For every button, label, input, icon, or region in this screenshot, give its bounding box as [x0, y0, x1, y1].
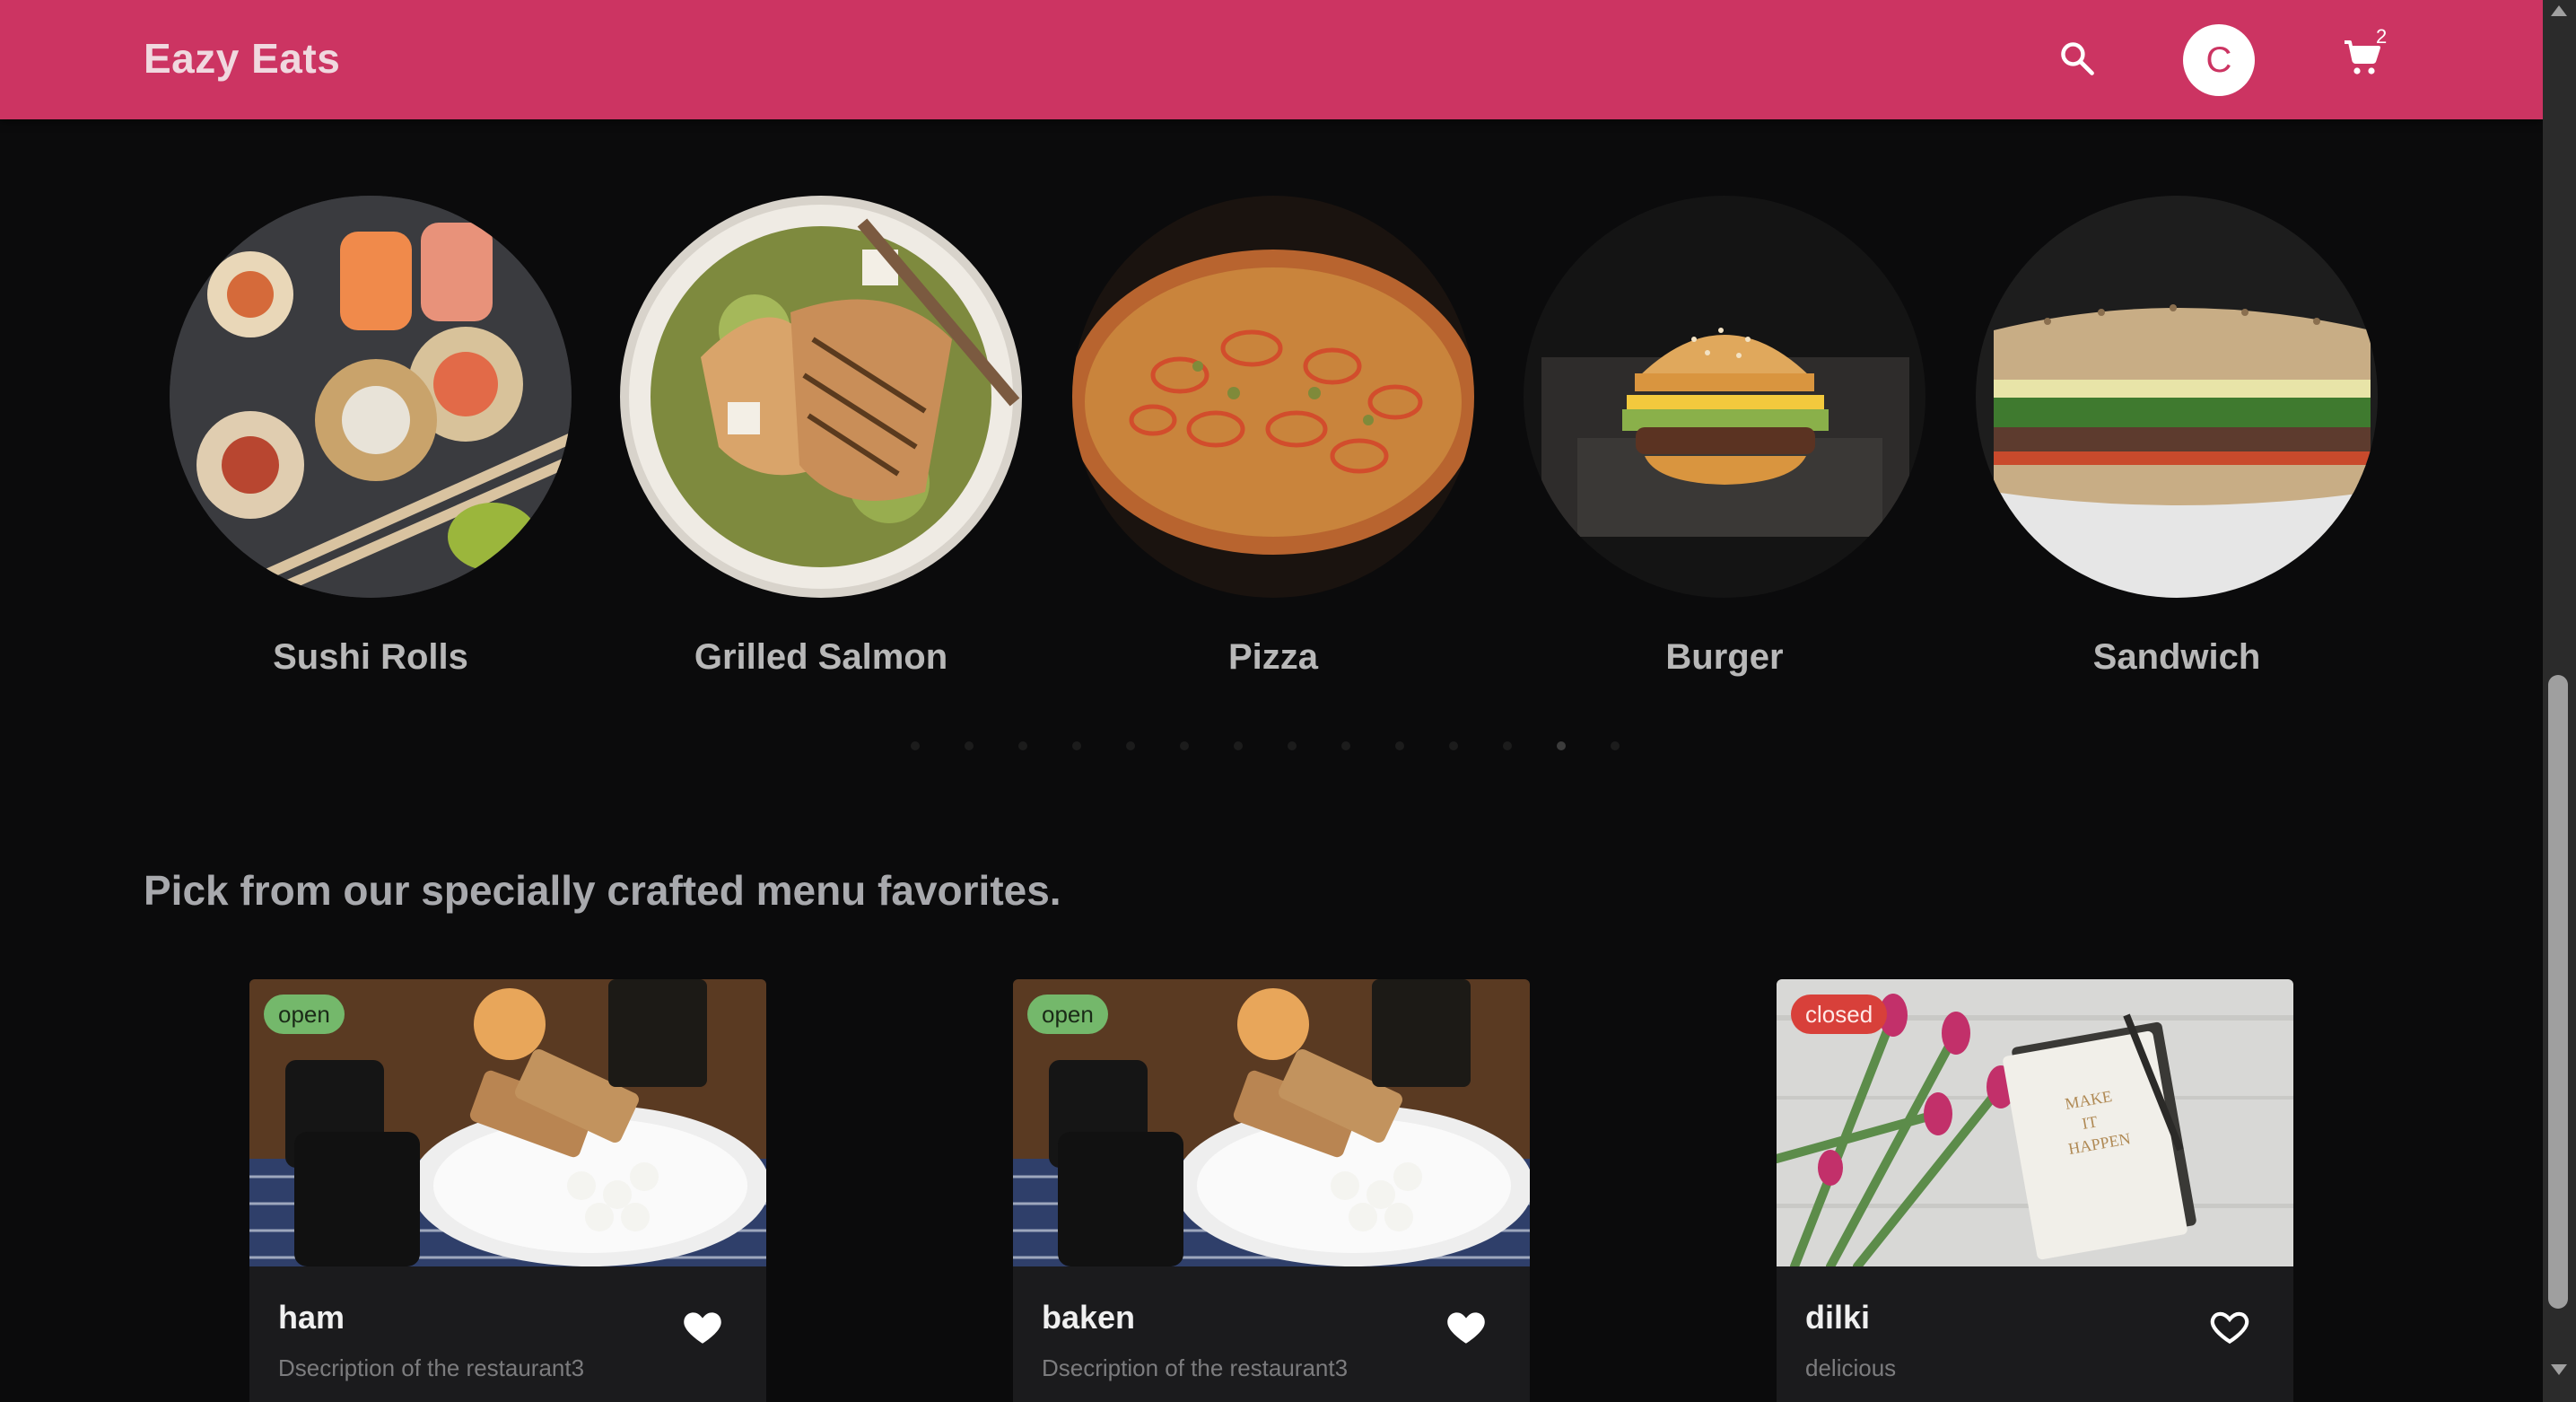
card-image: open — [249, 979, 766, 1266]
carousel-dot[interactable] — [1503, 741, 1512, 750]
status-chip: open — [264, 995, 345, 1034]
carousel-dot[interactable] — [1395, 741, 1404, 750]
card-title: dilki — [1805, 1299, 1871, 1336]
carousel-dot[interactable] — [1180, 741, 1189, 750]
carousel-dot[interactable] — [1449, 741, 1458, 750]
heart-outline-icon — [2210, 1311, 2249, 1345]
category-label: Grilled Salmon — [694, 637, 948, 677]
category-image — [620, 196, 1022, 598]
category-label: Sandwich — [2092, 637, 2261, 677]
heart-filled-icon — [1447, 1312, 1485, 1344]
carousel-dot[interactable] — [1611, 741, 1620, 750]
card-image: MAKE IT HAPPEN closed — [1777, 979, 2293, 1266]
section-heading: Pick from our specially crafted menu fav… — [144, 867, 1061, 914]
avatar[interactable]: C — [2183, 24, 2255, 96]
scrollbar-thumb[interactable] — [2548, 675, 2568, 1309]
carousel-dot[interactable] — [1234, 741, 1243, 750]
favorite-button[interactable] — [680, 1304, 725, 1349]
category-sandwich[interactable]: Sandwich — [1975, 196, 2379, 678]
favorite-button[interactable] — [1444, 1304, 1489, 1349]
category-image — [1072, 196, 1474, 598]
category-label: Sushi Rolls — [273, 637, 468, 677]
category-label: Burger — [1665, 637, 1784, 677]
carousel-dot[interactable] — [965, 741, 974, 750]
card-image: open — [1013, 979, 1530, 1266]
carousel-dot[interactable] — [911, 741, 920, 750]
category-image — [1524, 196, 1925, 598]
category-sushi-rolls[interactable]: Sushi Rolls — [169, 196, 572, 678]
category-burger[interactable]: Burger — [1523, 196, 1926, 678]
svg-text:IT: IT — [2081, 1112, 2099, 1133]
status-chip: open — [1027, 995, 1108, 1034]
card-title: baken — [1042, 1299, 1136, 1336]
status-chip: closed — [1791, 995, 1888, 1034]
scroll-down-arrow-icon[interactable] — [2551, 1364, 2567, 1375]
category-pizza[interactable]: Pizza — [1071, 196, 1475, 678]
search-icon — [2061, 42, 2094, 75]
carousel-dot[interactable] — [1126, 741, 1135, 750]
restaurant-card[interactable]: open baken Dsecription of the restaurant… — [1013, 979, 1530, 1402]
app-title[interactable]: Eazy Eats — [144, 34, 340, 83]
search-button[interactable] — [2046, 27, 2109, 90]
carousel-dots — [911, 741, 1664, 750]
carousel-dot[interactable] — [1557, 741, 1566, 750]
restaurant-card[interactable]: MAKE IT HAPPEN closed dilki delicious — [1777, 979, 2293, 1402]
card-description: delicious — [1805, 1354, 1897, 1381]
carousel-dot[interactable] — [1341, 741, 1350, 750]
scroll-up-arrow-icon[interactable] — [2551, 5, 2567, 16]
category-image — [1976, 196, 2378, 598]
carousel-dot[interactable] — [1288, 741, 1297, 750]
restaurant-card[interactable]: open ham Dsecription of the restaurant3 — [249, 979, 766, 1402]
app-bar: Eazy Eats C 2 — [0, 0, 2543, 119]
favorite-button[interactable] — [2207, 1304, 2252, 1349]
category-image — [170, 196, 572, 598]
category-label: Pizza — [1227, 637, 1319, 677]
card-title: ham — [278, 1299, 345, 1336]
carousel-dot[interactable] — [1072, 741, 1081, 750]
card-description: Dsecription of the restaurant3 — [1042, 1354, 1349, 1381]
cart-badge: 2 — [2376, 25, 2388, 48]
card-description: Dsecription of the restaurant3 — [278, 1354, 585, 1381]
carousel-dot[interactable] — [1018, 741, 1027, 750]
category-grilled-salmon[interactable]: Grilled Salmon — [619, 196, 1023, 678]
heart-filled-icon — [684, 1312, 721, 1344]
